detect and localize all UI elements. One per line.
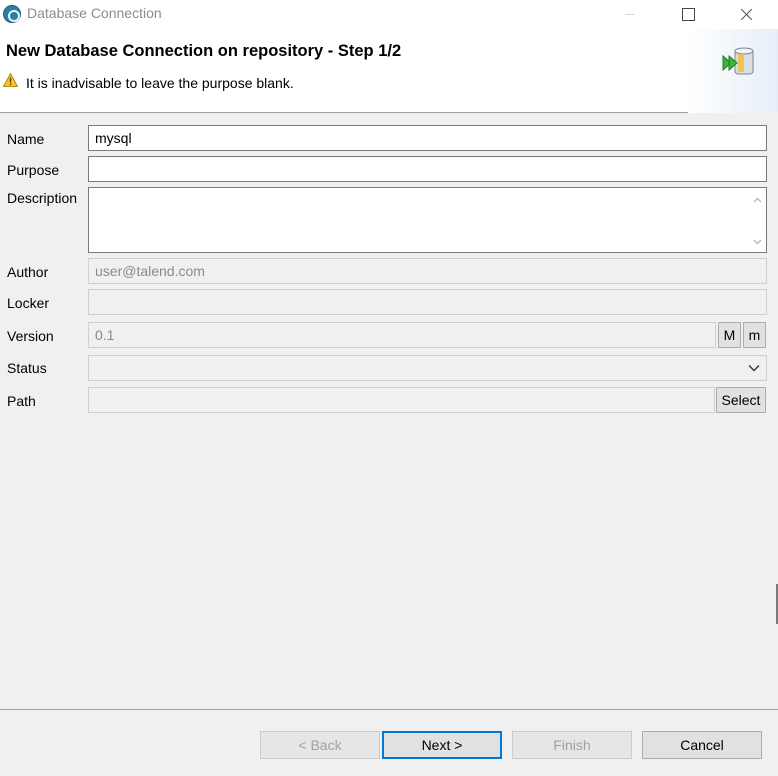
talend-app-icon [3, 5, 21, 23]
title-bar: Database Connection [0, 0, 778, 29]
path-input [88, 387, 715, 413]
wizard-header: New Database Connection on repository - … [0, 29, 778, 113]
warning-message: It is inadvisable to leave the purpose b… [26, 75, 294, 91]
scroll-up-icon[interactable] [753, 196, 762, 205]
name-input[interactable]: mysql [88, 125, 767, 151]
minimize-icon[interactable] [606, 0, 652, 29]
version-major-button[interactable]: M [718, 322, 741, 348]
path-label: Path [7, 393, 36, 409]
author-input: user@talend.com [88, 258, 767, 284]
back-button[interactable]: < Back [260, 731, 380, 759]
name-label: Name [7, 131, 45, 147]
finish-button[interactable]: Finish [512, 731, 632, 759]
status-select[interactable] [88, 355, 767, 381]
locker-input [88, 289, 767, 315]
next-button[interactable]: Next > [382, 731, 502, 759]
select-path-button[interactable]: Select [716, 387, 766, 413]
scroll-down-icon[interactable] [753, 237, 762, 246]
purpose-input[interactable] [88, 156, 767, 182]
purpose-label: Purpose [7, 162, 60, 178]
version-input: 0.1 [88, 322, 716, 348]
close-icon[interactable] [724, 0, 770, 29]
description-label: Description [7, 190, 78, 206]
locker-label: Locker [7, 295, 50, 311]
description-textarea[interactable] [88, 187, 767, 253]
cancel-button[interactable]: Cancel [642, 731, 762, 759]
maximize-icon[interactable] [665, 0, 711, 29]
window-title: Database Connection [27, 5, 162, 21]
button-bar-separator [0, 709, 778, 710]
version-label: Version [7, 328, 54, 344]
database-wizard-icon [722, 47, 754, 75]
warning-icon [3, 73, 18, 87]
page-title: New Database Connection on repository - … [6, 42, 402, 60]
version-minor-button[interactable]: m [743, 322, 766, 348]
status-label: Status [7, 360, 47, 376]
chevron-down-icon [748, 365, 760, 372]
author-label: Author [7, 264, 49, 280]
